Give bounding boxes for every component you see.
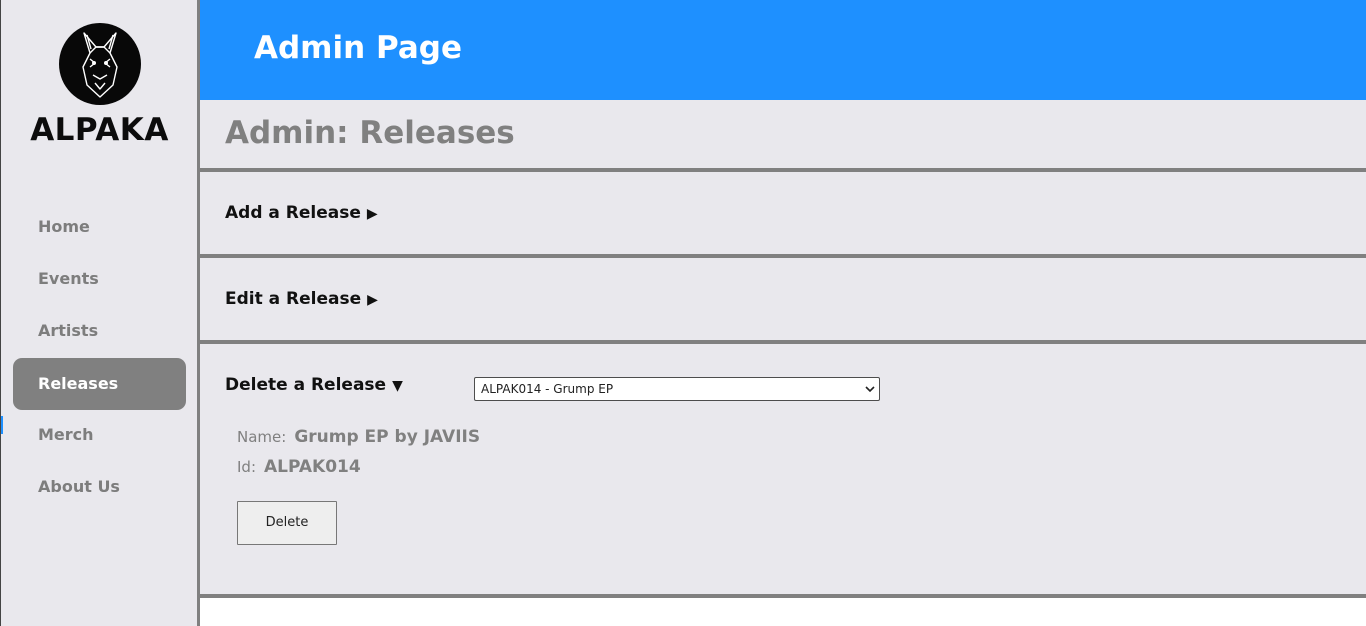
sidebar: ALPAKA Home Events Artists Releases Merc…: [0, 0, 200, 626]
page-title: Admin: Releases: [225, 115, 515, 151]
edit-release-toggle[interactable]: Edit a Release ▶: [225, 289, 378, 309]
page-title-bar: Admin: Releases: [200, 100, 1366, 168]
alpaca-logo-icon[interactable]: [59, 23, 141, 105]
release-select-value: ALPAK014 - Grump EP: [481, 382, 614, 396]
expand-arrow-icon: ▶: [367, 292, 378, 308]
collapse-arrow-icon: ▼: [392, 378, 403, 394]
header-bar: Admin Page: [200, 0, 1366, 100]
edit-release-section: Edit a Release ▶: [200, 258, 1366, 340]
admin-page: ALPAKA Home Events Artists Releases Merc…: [0, 0, 1366, 626]
id-label: Id:: [237, 458, 256, 476]
release-name-row: Name: Grump EP by JAVIIS: [237, 427, 480, 447]
name-label: Name:: [237, 428, 287, 446]
sidebar-marker: [1, 416, 3, 434]
delete-release-toggle[interactable]: Delete a Release ▼: [225, 375, 403, 395]
id-value: ALPAK014: [264, 457, 361, 477]
release-id-row: Id: ALPAK014: [237, 457, 361, 477]
release-select[interactable]: ALPAK014 - Grump EP: [474, 377, 880, 401]
header-title: Admin Page: [254, 30, 462, 66]
delete-button[interactable]: Delete: [237, 501, 337, 545]
edit-release-label: Edit a Release: [225, 289, 362, 309]
nav-item-home[interactable]: Home: [13, 201, 186, 253]
nav-item-about-us[interactable]: About Us: [13, 461, 186, 513]
delete-release-section: Delete a Release ▼ ALPAK014 - Grump EP Na…: [200, 344, 1366, 594]
expand-arrow-icon: ▶: [366, 206, 378, 222]
add-release-toggle[interactable]: Add a Release ▶: [225, 203, 378, 223]
add-release-label: Add a Release: [225, 203, 361, 223]
add-release-section: Add a Release ▶: [200, 172, 1366, 254]
chevron-down-icon: [865, 378, 875, 409]
nav-item-artists[interactable]: Artists: [13, 305, 186, 357]
divider: [200, 594, 1366, 598]
brand-name: ALPAKA: [30, 112, 169, 148]
nav-item-releases[interactable]: Releases: [13, 358, 186, 410]
nav-item-events[interactable]: Events: [13, 253, 186, 305]
nav-item-merch[interactable]: Merch: [13, 409, 186, 461]
name-value: Grump EP by JAVIIS: [294, 427, 481, 447]
delete-release-label: Delete a Release: [225, 375, 387, 395]
